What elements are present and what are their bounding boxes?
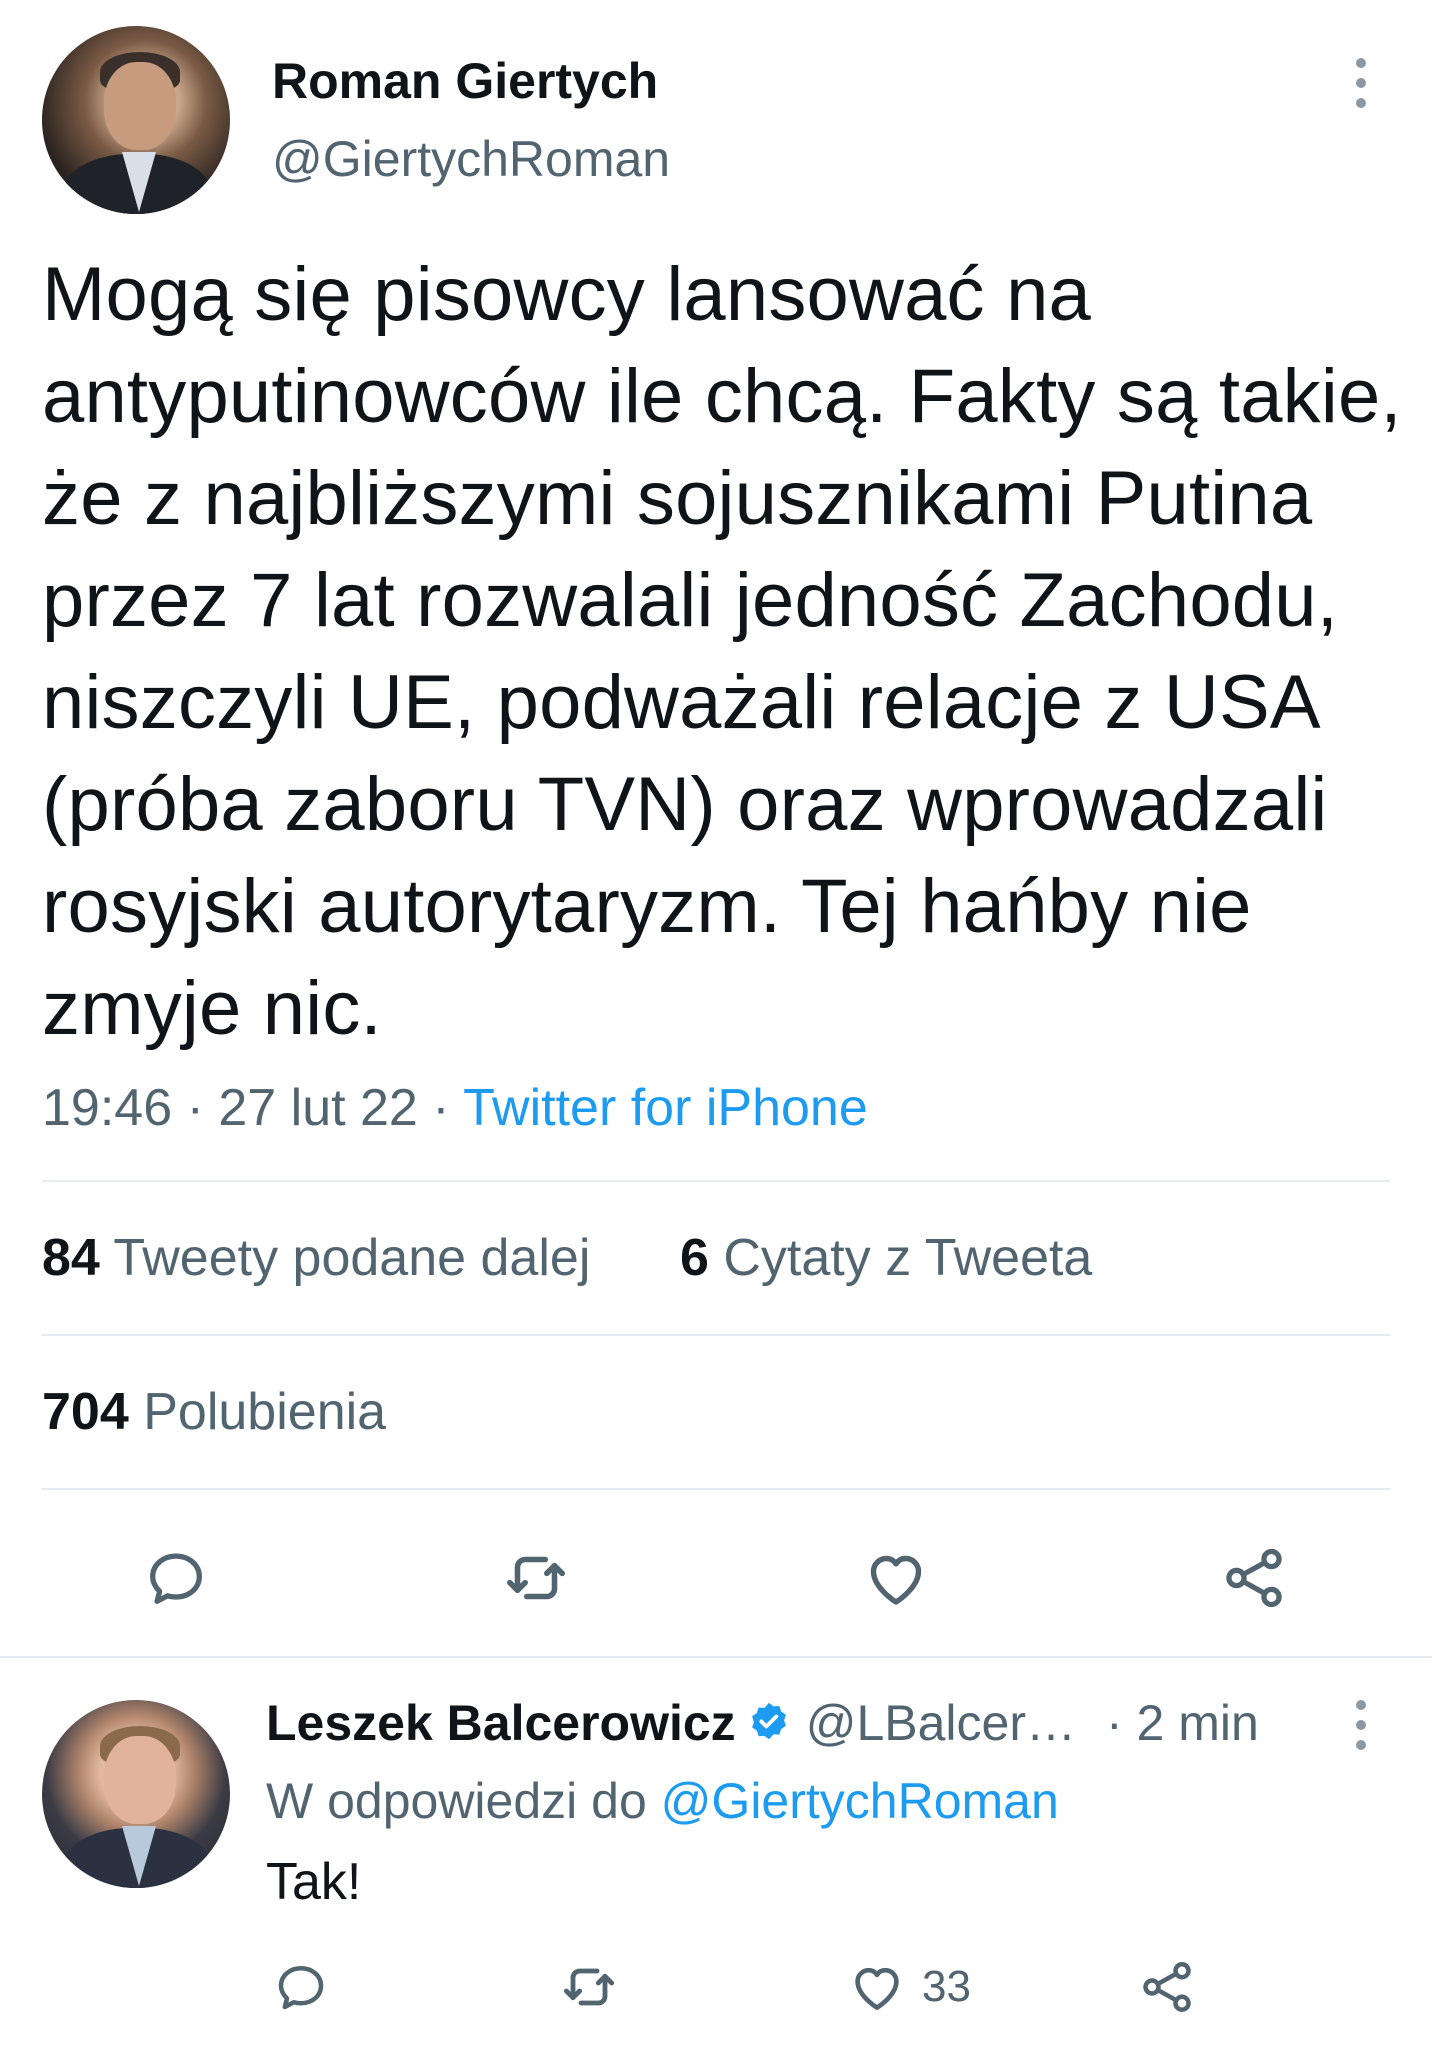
author-avatar[interactable]	[42, 26, 230, 214]
reply-more-options-icon[interactable]	[1356, 1700, 1366, 1750]
reply-prefix: W odpowiedzi do	[266, 1773, 647, 1829]
reply-time: · 2 min	[1105, 1695, 1259, 1751]
divider	[42, 1334, 1390, 1336]
quotes-stat[interactable]: 6 Cytaty z Tweeta	[680, 1228, 1092, 1288]
author-handle[interactable]: @GiertychRoman	[272, 130, 670, 188]
tweet-meta: 19:46 · 27 lut 22 · Twitter for iPhone	[42, 1078, 868, 1138]
reply-like-button[interactable]: 33	[846, 1952, 1006, 2022]
divider	[42, 1488, 1390, 1490]
section-separator	[0, 1656, 1432, 1658]
author-name[interactable]: Roman Giertych	[272, 52, 658, 110]
share-icon	[1143, 1962, 1191, 2012]
likes-count: 704	[42, 1383, 129, 1441]
likes-stat[interactable]: 704 Polubienia	[42, 1382, 386, 1442]
quotes-label: Cytaty z Tweeta	[723, 1229, 1093, 1287]
reply-mention-link[interactable]: @GiertychRoman	[661, 1773, 1059, 1829]
quotes-count: 6	[680, 1229, 709, 1287]
likes-label: Polubienia	[143, 1383, 387, 1441]
share-button[interactable]	[1214, 1538, 1294, 1618]
tweet-time: 19:46	[42, 1079, 173, 1137]
reply-text: Tak!	[266, 1853, 362, 1911]
reply-button[interactable]	[136, 1538, 216, 1618]
retweet-icon	[563, 1968, 615, 2006]
retweets-stat[interactable]: 84 Tweety podane dalej	[42, 1228, 590, 1288]
reply-icon	[150, 1553, 202, 1604]
tweet-source-link[interactable]: Twitter for iPhone	[463, 1079, 868, 1137]
reply-like-count: 33	[922, 1962, 971, 2011]
like-icon	[855, 1967, 899, 2010]
share-icon	[1226, 1548, 1282, 1608]
reply-header: Leszek Balcerowicz @LBalcer… · 2 min	[266, 1694, 1259, 1752]
reply-retweet-button[interactable]	[554, 1952, 624, 2022]
reply-author-name[interactable]: Leszek Balcerowicz	[266, 1694, 736, 1752]
meta-separator: ·	[172, 1079, 219, 1137]
meta-separator: ·	[417, 1079, 464, 1137]
retweets-count: 84	[42, 1229, 100, 1287]
retweet-icon	[507, 1556, 565, 1600]
divider	[42, 1180, 1390, 1182]
reply-author-handle[interactable]: @LBalcer…	[806, 1694, 1076, 1752]
reply-reply-button[interactable]	[266, 1952, 336, 2022]
retweet-button[interactable]	[496, 1538, 576, 1618]
like-button[interactable]	[856, 1538, 936, 1618]
reply-icon	[278, 1966, 324, 2010]
verified-badge-icon	[751, 1702, 786, 1740]
retweets-label: Tweety podane dalej	[113, 1229, 591, 1287]
reply-author-avatar[interactable]	[42, 1700, 230, 1888]
tweet-text: Mogą się pisowcy lansować na antyputinow…	[42, 252, 1402, 1051]
reply-share-button[interactable]	[1132, 1952, 1202, 2022]
reply-context: W odpowiedzi do @GiertychRoman	[266, 1772, 1059, 1830]
like-icon	[870, 1555, 922, 1605]
more-options-icon[interactable]	[1356, 58, 1366, 108]
tweet-date: 27 lut 22	[218, 1079, 418, 1137]
